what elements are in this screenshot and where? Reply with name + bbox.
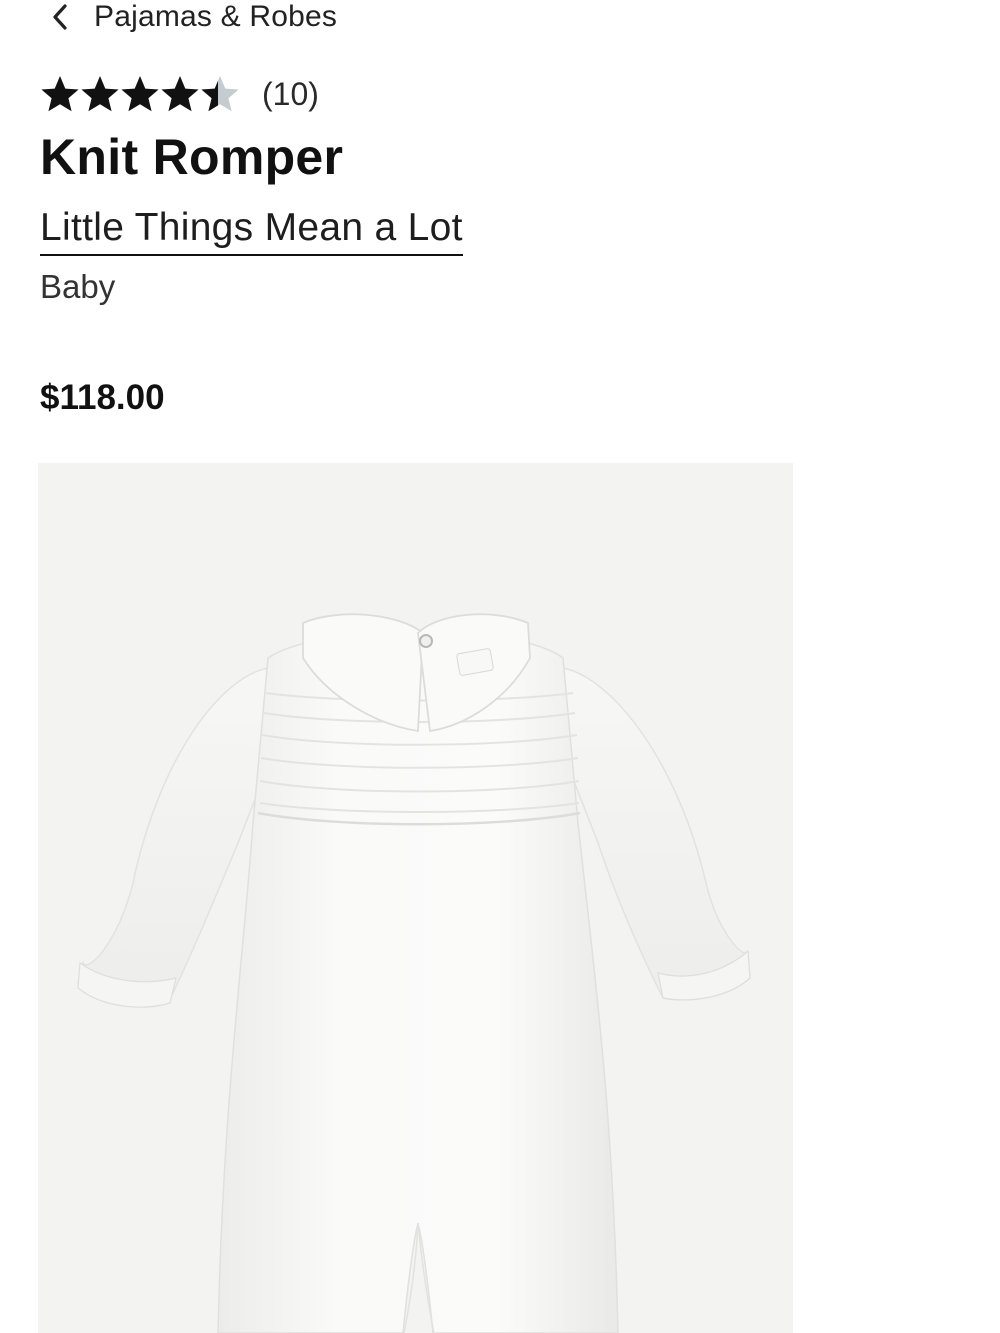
department-label: Baby (40, 268, 116, 305)
half-star-icon (201, 76, 239, 112)
star-rating (40, 74, 240, 114)
brand-link[interactable]: Little Things Mean a Lot (40, 204, 463, 256)
breadcrumb[interactable]: Pajamas & Robes (50, 0, 337, 34)
star-icon (161, 76, 199, 112)
product-title: Knit Romper (40, 129, 344, 185)
star-icon (41, 76, 79, 112)
romper-illustration (38, 463, 793, 1333)
star-icon (121, 76, 159, 112)
review-count[interactable]: (10) (262, 76, 319, 113)
star-icon (81, 76, 119, 112)
rating-summary[interactable]: (10) (40, 72, 319, 116)
product-price: $118.00 (40, 378, 165, 417)
product-image[interactable] (38, 463, 793, 1333)
chevron-left-icon[interactable] (50, 2, 72, 32)
breadcrumb-label[interactable]: Pajamas & Robes (94, 0, 337, 34)
